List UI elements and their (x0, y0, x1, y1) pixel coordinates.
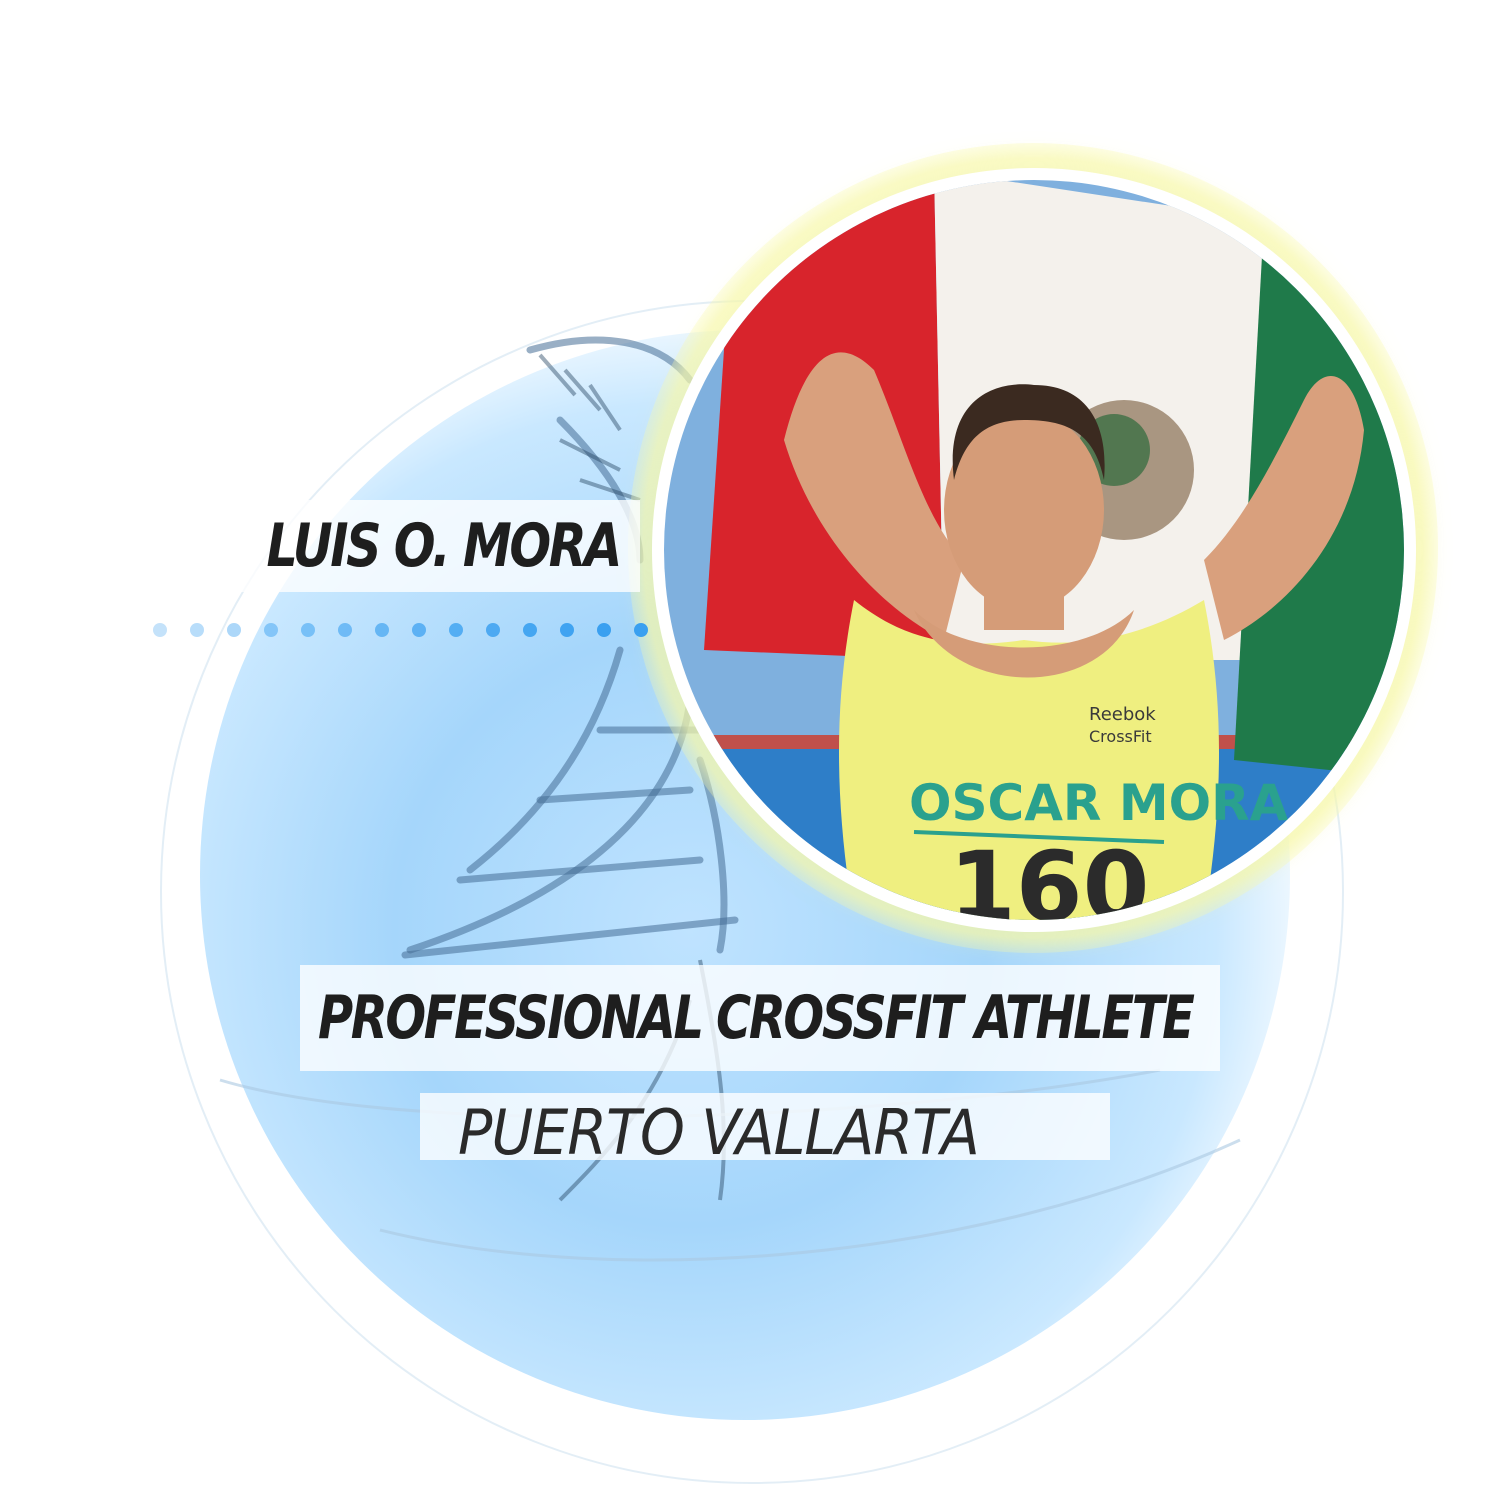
shirt-brand-text: Reebok (1089, 704, 1156, 725)
athlete-photo: OSCAR MORA 160 Reebok CrossFit (664, 180, 1404, 920)
athlete-location: PUERTO VALLARTA (458, 1096, 980, 1169)
profile-card: OSCAR MORA 160 Reebok CrossFit LUIS O. M… (0, 0, 1500, 1500)
shirt-number-text: 160 (949, 831, 1149, 920)
athlete-name: LUIS O. MORA (266, 511, 623, 581)
shirt-brand-sub-text: CrossFit (1089, 727, 1152, 746)
shirt-name-text: OSCAR MORA (909, 774, 1289, 832)
dotted-connector (153, 623, 648, 637)
athlete-role: PROFESSIONAL CROSSFIT ATHLETE (318, 983, 1195, 1053)
athlete-photo-illustration: OSCAR MORA 160 Reebok CrossFit (664, 180, 1404, 920)
athlete-photo-frame: OSCAR MORA 160 Reebok CrossFit (652, 168, 1416, 932)
